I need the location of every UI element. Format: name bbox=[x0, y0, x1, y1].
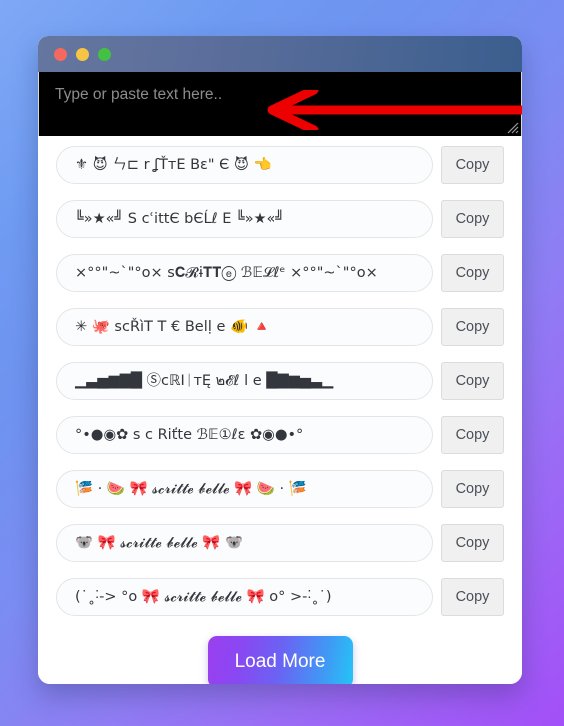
copy-button[interactable]: Copy bbox=[441, 524, 504, 562]
load-more-button[interactable]: Load More bbox=[207, 636, 353, 684]
result-row: ×°°"~`"°o× ѕ𝐂𝓡ɨ𝐓𝐓ⓔ ℬ𝔼𝓛ℓᵉ ×°°"~`"°o× Copy bbox=[56, 254, 504, 292]
text-input-container bbox=[38, 72, 522, 136]
copy-button[interactable]: Copy bbox=[441, 254, 504, 292]
copy-button[interactable]: Copy bbox=[441, 470, 504, 508]
copy-button[interactable]: Copy bbox=[441, 308, 504, 346]
result-text[interactable]: (˙˳˸-> °o 🎀 𝓼𝓬𝓻𝓲𝓽𝓽𝓮 𝓫𝓮𝓵𝓵𝓮 🎀 o° >-˸˳˙) bbox=[56, 578, 433, 616]
maximize-window-button[interactable] bbox=[98, 47, 111, 61]
result-text[interactable]: °•●◉✿ ѕ c Riťte ℬ𝔼①ℓε ✿◉●•° bbox=[56, 416, 433, 454]
close-window-button[interactable] bbox=[54, 47, 67, 61]
result-text[interactable]: ⚜ 😈 ㄣ⊏ r ʆŤтE Bɛ" Є 😈 👈 bbox=[56, 146, 433, 184]
result-text[interactable]: ▁▃▅▆▇█ ⓈcℝIᛁтĘ ๒𝓔ℓ l e █▇▆▅▃▁ bbox=[56, 362, 433, 400]
result-text[interactable]: ╚»★«╝ S cʿittЄ bЄĹℓ E ╚»★«╝ bbox=[56, 200, 433, 238]
load-more-container: Load More bbox=[38, 632, 522, 684]
app-window: ⚜ 😈 ㄣ⊏ r ʆŤтE Bɛ" Є 😈 👈 Copy ╚»★«╝ S cʿi… bbox=[38, 36, 522, 684]
result-text[interactable]: 🎏 · 🍉 🎀 𝓼𝓬𝓻𝓲𝓽𝓽𝓮 𝓫𝓮𝓵𝓵𝓮 🎀 🍉 · 🎏 bbox=[56, 470, 433, 508]
result-row: ⚜ 😈 ㄣ⊏ r ʆŤтE Bɛ" Є 😈 👈 Copy bbox=[56, 146, 504, 184]
text-input[interactable] bbox=[39, 72, 521, 136]
copy-button[interactable]: Copy bbox=[441, 200, 504, 238]
results-list: ⚜ 😈 ㄣ⊏ r ʆŤтE Bɛ" Є 😈 👈 Copy ╚»★«╝ S cʿi… bbox=[38, 136, 522, 684]
result-row: ▁▃▅▆▇█ ⓈcℝIᛁтĘ ๒𝓔ℓ l e █▇▆▅▃▁ Copy bbox=[56, 362, 504, 400]
result-text[interactable]: ×°°"~`"°o× ѕ𝐂𝓡ɨ𝐓𝐓ⓔ ℬ𝔼𝓛ℓᵉ ×°°"~`"°o× bbox=[56, 254, 433, 292]
window-title-bar bbox=[38, 36, 522, 72]
result-row: 🎏 · 🍉 🎀 𝓼𝓬𝓻𝓲𝓽𝓽𝓮 𝓫𝓮𝓵𝓵𝓮 🎀 🍉 · 🎏 Copy bbox=[56, 470, 504, 508]
result-row: (˙˳˸-> °o 🎀 𝓼𝓬𝓻𝓲𝓽𝓽𝓮 𝓫𝓮𝓵𝓵𝓮 🎀 o° >-˸˳˙) Co… bbox=[56, 578, 504, 616]
copy-button[interactable]: Copy bbox=[441, 146, 504, 184]
result-row: ✳ 🐙 scŘìT T € Belḷ e 🐠 🔺 Copy bbox=[56, 308, 504, 346]
result-row: ╚»★«╝ S cʿittЄ bЄĹℓ E ╚»★«╝ Copy bbox=[56, 200, 504, 238]
copy-button[interactable]: Copy bbox=[441, 416, 504, 454]
result-text[interactable]: 🐨 🎀 𝓼𝓬𝓻𝓲𝓽𝓽𝓮 𝓫𝓮𝓵𝓵𝓮 🎀 🐨 bbox=[56, 524, 433, 562]
copy-button[interactable]: Copy bbox=[441, 362, 504, 400]
result-row: °•●◉✿ ѕ c Riťte ℬ𝔼①ℓε ✿◉●•° Copy bbox=[56, 416, 504, 454]
result-row: 🐨 🎀 𝓼𝓬𝓻𝓲𝓽𝓽𝓮 𝓫𝓮𝓵𝓵𝓮 🎀 🐨 Copy bbox=[56, 524, 504, 562]
minimize-window-button[interactable] bbox=[76, 47, 89, 61]
result-text[interactable]: ✳ 🐙 scŘìT T € Belḷ e 🐠 🔺 bbox=[56, 308, 433, 346]
copy-button[interactable]: Copy bbox=[441, 578, 504, 616]
